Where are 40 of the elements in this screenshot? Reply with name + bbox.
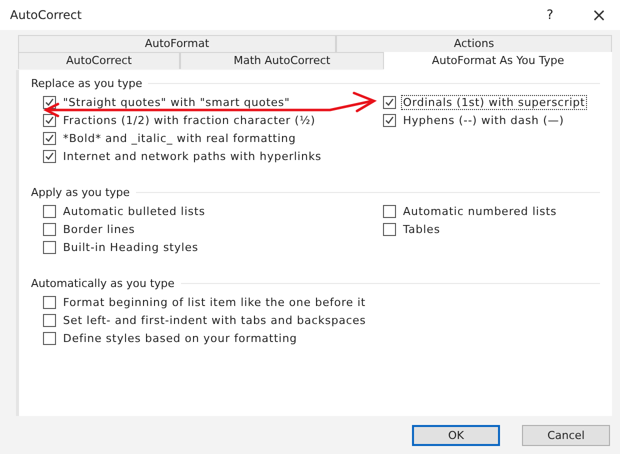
group-title: Replace as you type <box>31 76 142 90</box>
checkbox-label[interactable]: Hyphens (--) with dash (—) <box>401 112 566 128</box>
tab[interactable]: AutoFormat <box>18 35 336 52</box>
group-title: Apply as you type <box>31 186 130 198</box>
tab[interactable]: Math AutoCorrect <box>180 52 384 69</box>
checkbox[interactable] <box>43 332 56 344</box>
checkbox-label[interactable]: Define styles based on your formatting <box>61 330 300 346</box>
checkbox-label[interactable]: *Bold* and _italic_ with real formatting <box>61 130 298 146</box>
tab[interactable]: Actions <box>336 35 612 52</box>
checkbox[interactable] <box>43 314 56 326</box>
close-button[interactable]: × <box>588 4 610 26</box>
window-title: AutoCorrect <box>10 8 83 22</box>
checkbox[interactable] <box>43 296 56 308</box>
checkbox[interactable] <box>43 132 56 144</box>
cancel-button[interactable]: Cancel <box>522 425 610 446</box>
checkbox[interactable] <box>43 204 56 218</box>
checkbox[interactable] <box>43 222 56 236</box>
group-title: Automatically as you type <box>31 276 175 290</box>
checkbox[interactable] <box>43 240 56 254</box>
checkbox[interactable] <box>383 204 396 218</box>
checkbox-label[interactable]: Automatic bulleted lists <box>61 204 208 218</box>
checkbox-label[interactable]: Built-in Heading styles <box>61 240 200 254</box>
checkbox[interactable] <box>383 96 396 108</box>
tab[interactable]: AutoFormat As You Type <box>384 52 612 70</box>
checkbox-label[interactable]: Tables <box>401 222 442 236</box>
checkbox-label[interactable]: "Straight quotes" with "smart quotes" <box>61 94 292 110</box>
ok-button[interactable]: OK <box>412 425 500 446</box>
checkbox[interactable] <box>383 114 396 126</box>
checkbox-label[interactable]: Automatic numbered lists <box>401 204 559 218</box>
help-button[interactable]: ? <box>530 8 570 22</box>
checkbox[interactable] <box>43 114 56 126</box>
checkbox[interactable] <box>383 222 396 236</box>
checkbox-label[interactable]: Set left- and first-indent with tabs and backspaces <box>61 312 368 328</box>
checkbox-label[interactable]: Fractions (1/2) with fraction character (½) <box>61 112 318 128</box>
checkbox-label[interactable]: Border lines <box>61 222 137 236</box>
checkbox-label[interactable]: Ordinals (1st) with superscript <box>401 94 588 110</box>
checkbox-label[interactable]: Format beginning of list item like the one before it <box>61 294 368 310</box>
tab[interactable]: AutoCorrect <box>18 52 180 69</box>
checkbox-label[interactable]: Internet and network paths with hyperlinks <box>61 148 324 164</box>
checkbox[interactable] <box>43 150 56 162</box>
